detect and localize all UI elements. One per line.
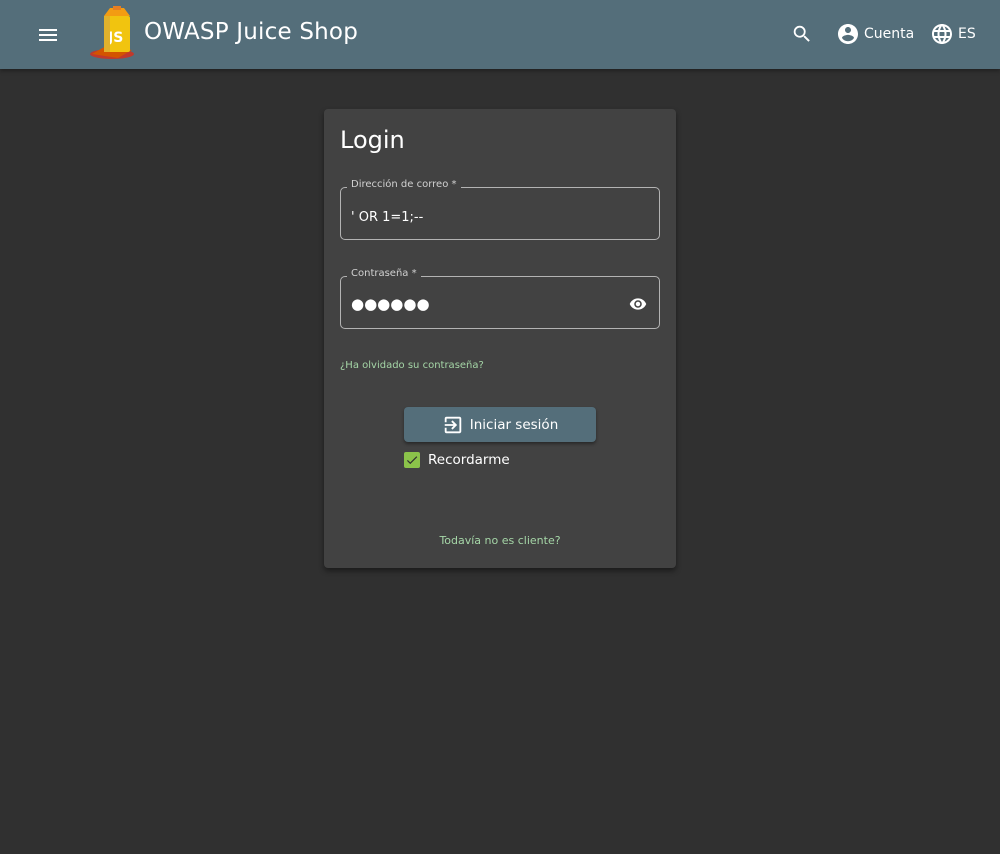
remember-me-label: Recordarme xyxy=(428,452,510,468)
email-input[interactable] xyxy=(351,207,611,227)
check-icon xyxy=(406,456,418,465)
email-field[interactable]: Dirección de correo * xyxy=(340,179,660,240)
home-logo-link[interactable]: JS OWASP Juice Shop xyxy=(88,4,358,60)
search-icon xyxy=(793,25,810,42)
password-field[interactable]: Contraseña * ●●●●●● xyxy=(340,268,660,329)
search-button[interactable] xyxy=(782,14,822,54)
exit-to-app-icon xyxy=(444,416,461,433)
password-input[interactable]: ●●●●●● xyxy=(351,294,430,314)
language-globe-icon xyxy=(932,24,952,44)
remember-me-checkbox[interactable]: Recordarme xyxy=(404,450,510,470)
forgot-password-link[interactable]: ¿Ha olvidado su contraseña? xyxy=(340,360,484,371)
account-label: Cuenta xyxy=(864,26,915,42)
email-label: Dirección de correo * xyxy=(347,179,461,190)
account-circle-icon xyxy=(838,24,858,44)
language-menu-button[interactable]: ES xyxy=(924,16,982,52)
app-title: OWASP Juice Shop xyxy=(144,19,359,45)
top-toolbar: JS OWASP Juice Shop Cuenta ES xyxy=(0,0,1000,69)
menu-button[interactable] xyxy=(28,15,68,55)
account-menu-button[interactable]: Cuenta xyxy=(830,16,920,52)
toggle-password-visibility-button[interactable] xyxy=(627,294,649,314)
eye-icon xyxy=(629,298,647,310)
login-button[interactable]: Iniciar sesión xyxy=(404,407,596,442)
login-card: Login Dirección de correo * Contraseña *… xyxy=(324,109,676,568)
menu-icon xyxy=(39,29,57,41)
password-label: Contraseña * xyxy=(347,268,421,279)
checkbox-checked-icon[interactable] xyxy=(404,452,420,468)
login-title: Login xyxy=(340,126,405,154)
login-button-label: Iniciar sesión xyxy=(469,416,559,433)
language-label: ES xyxy=(958,26,976,42)
register-link[interactable]: Todavía no es cliente? xyxy=(324,534,676,547)
juice-shop-logo-icon: JS xyxy=(90,6,134,59)
